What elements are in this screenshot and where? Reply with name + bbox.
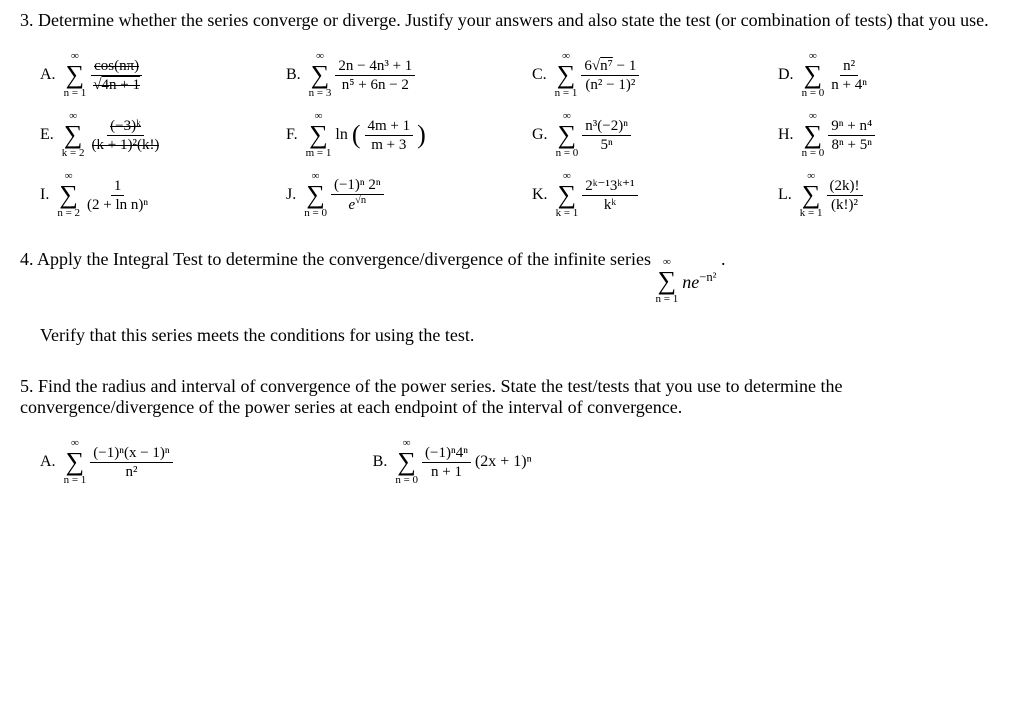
q3-number: 3. [20, 10, 34, 30]
sigma-icon: ∞ ∑ n = 0 [802, 51, 825, 99]
sigma-icon: ∞ ∑ k = 1 [556, 171, 579, 219]
q3-item-F: F. ∞ ∑ m = 1 ln ( 4m + 1 m + 3 ) [286, 111, 512, 159]
q3-item-A: A. ∞ ∑ n = 1 cos(nπ) √4n + 1 [40, 51, 266, 99]
sigma-icon: ∞ ∑ n = 2 [57, 171, 80, 219]
sigma-icon: ∞ ∑ m = 1 [306, 111, 332, 159]
question-3-text: 3. Determine whether the series converge… [20, 10, 1004, 31]
sigma-icon: ∞ ∑ n = 1 [656, 257, 679, 305]
q3-item-K: K. ∞ ∑ k = 1 2ᵏ⁻¹3ᵏ⁺¹ kᵏ [532, 171, 758, 219]
q3-B-label: B. [286, 66, 301, 84]
sigma-icon: ∞ ∑ n = 0 [802, 111, 825, 159]
sigma-icon: ∞ ∑ n = 0 [304, 171, 327, 219]
sigma-icon: ∞ ∑ k = 2 [62, 111, 85, 159]
q3-I-label: I. [40, 186, 49, 204]
sigma-icon: ∞ ∑ n = 0 [556, 111, 579, 159]
q3-item-B: B. ∞ ∑ n = 3 2n − 4n³ + 1 n⁵ + 6n − 2 [286, 51, 512, 99]
q3-F-label: F. [286, 126, 298, 144]
q3-G-label: G. [532, 126, 548, 144]
q5-number: 5. [20, 376, 34, 396]
q3-A-label: A. [40, 66, 56, 84]
q4-number: 4. [20, 249, 34, 269]
sigma-icon: ∞ ∑ n = 1 [64, 51, 87, 99]
q5-text: 5. Find the radius and interval of conve… [20, 376, 1004, 418]
q3-item-L: L. ∞ ∑ k = 1 (2k)! (k!)² [778, 171, 1004, 219]
q5-item-A: A. ∞ ∑ n = 1 (−1)ⁿ(x − 1)ⁿ n² [40, 438, 173, 486]
q4-text: 4. Apply the Integral Test to determine … [20, 249, 1004, 305]
q3-H-label: H. [778, 126, 794, 144]
sigma-icon: ∞ ∑ n = 3 [309, 51, 332, 99]
q3-D-label: D. [778, 66, 794, 84]
q3-item-G: G. ∞ ∑ n = 0 n³(−2)ⁿ 5ⁿ [532, 111, 758, 159]
q3-body: Determine whether the series converge or… [38, 10, 989, 30]
q5-body: Find the radius and interval of converge… [20, 376, 842, 417]
q4-body-a: Apply the Integral Test to determine the… [37, 249, 656, 269]
question-5: 5. Find the radius and interval of conve… [20, 376, 1004, 486]
sigma-icon: ∞ ∑ n = 1 [64, 438, 87, 486]
q4-body-b: Verify that this series meets the condit… [40, 325, 1004, 346]
q3-K-label: K. [532, 186, 548, 204]
sigma-icon: ∞ ∑ n = 1 [555, 51, 578, 99]
q3-L-label: L. [778, 186, 792, 204]
sigma-icon: ∞ ∑ k = 1 [800, 171, 823, 219]
q5-A-label: A. [40, 453, 56, 471]
q5-B-label: B. [373, 453, 388, 471]
q5-subproblems: A. ∞ ∑ n = 1 (−1)ⁿ(x − 1)ⁿ n² B. ∞ ∑ [40, 438, 1004, 486]
q3-item-C: C. ∞ ∑ n = 1 6√n⁷ − 1 (n² − 1)² [532, 51, 758, 99]
q3-item-I: I. ∞ ∑ n = 2 1 (2 + ln n)ⁿ [40, 171, 266, 219]
q3-item-H: H. ∞ ∑ n = 0 9ⁿ + n⁴ 8ⁿ + 5ⁿ [778, 111, 1004, 159]
q3-item-D: D. ∞ ∑ n = 0 n² n + 4ⁿ [778, 51, 1004, 99]
q3-item-E: E. ∞ ∑ k = 2 (−3)ᵏ (k + 1)²(k!) [40, 111, 266, 159]
q3-subproblems: A. ∞ ∑ n = 1 cos(nπ) √4n + 1 B. ∞ ∑ [40, 51, 1004, 219]
q5-item-B: B. ∞ ∑ n = 0 (−1)ⁿ4ⁿ n + 1 (2x + 1)ⁿ [373, 438, 532, 486]
q3-A-frac: cos(nπ) √4n + 1 [90, 57, 143, 94]
q3-item-J: J. ∞ ∑ n = 0 (−1)ⁿ 2ⁿ e√n [286, 171, 512, 219]
q3-C-label: C. [532, 66, 547, 84]
question-4: 4. Apply the Integral Test to determine … [20, 249, 1004, 346]
question-3: 3. Determine whether the series converge… [20, 10, 1004, 219]
q3-E-label: E. [40, 126, 54, 144]
sigma-icon: ∞ ∑ n = 0 [395, 438, 418, 486]
q3-J-label: J. [286, 186, 296, 204]
